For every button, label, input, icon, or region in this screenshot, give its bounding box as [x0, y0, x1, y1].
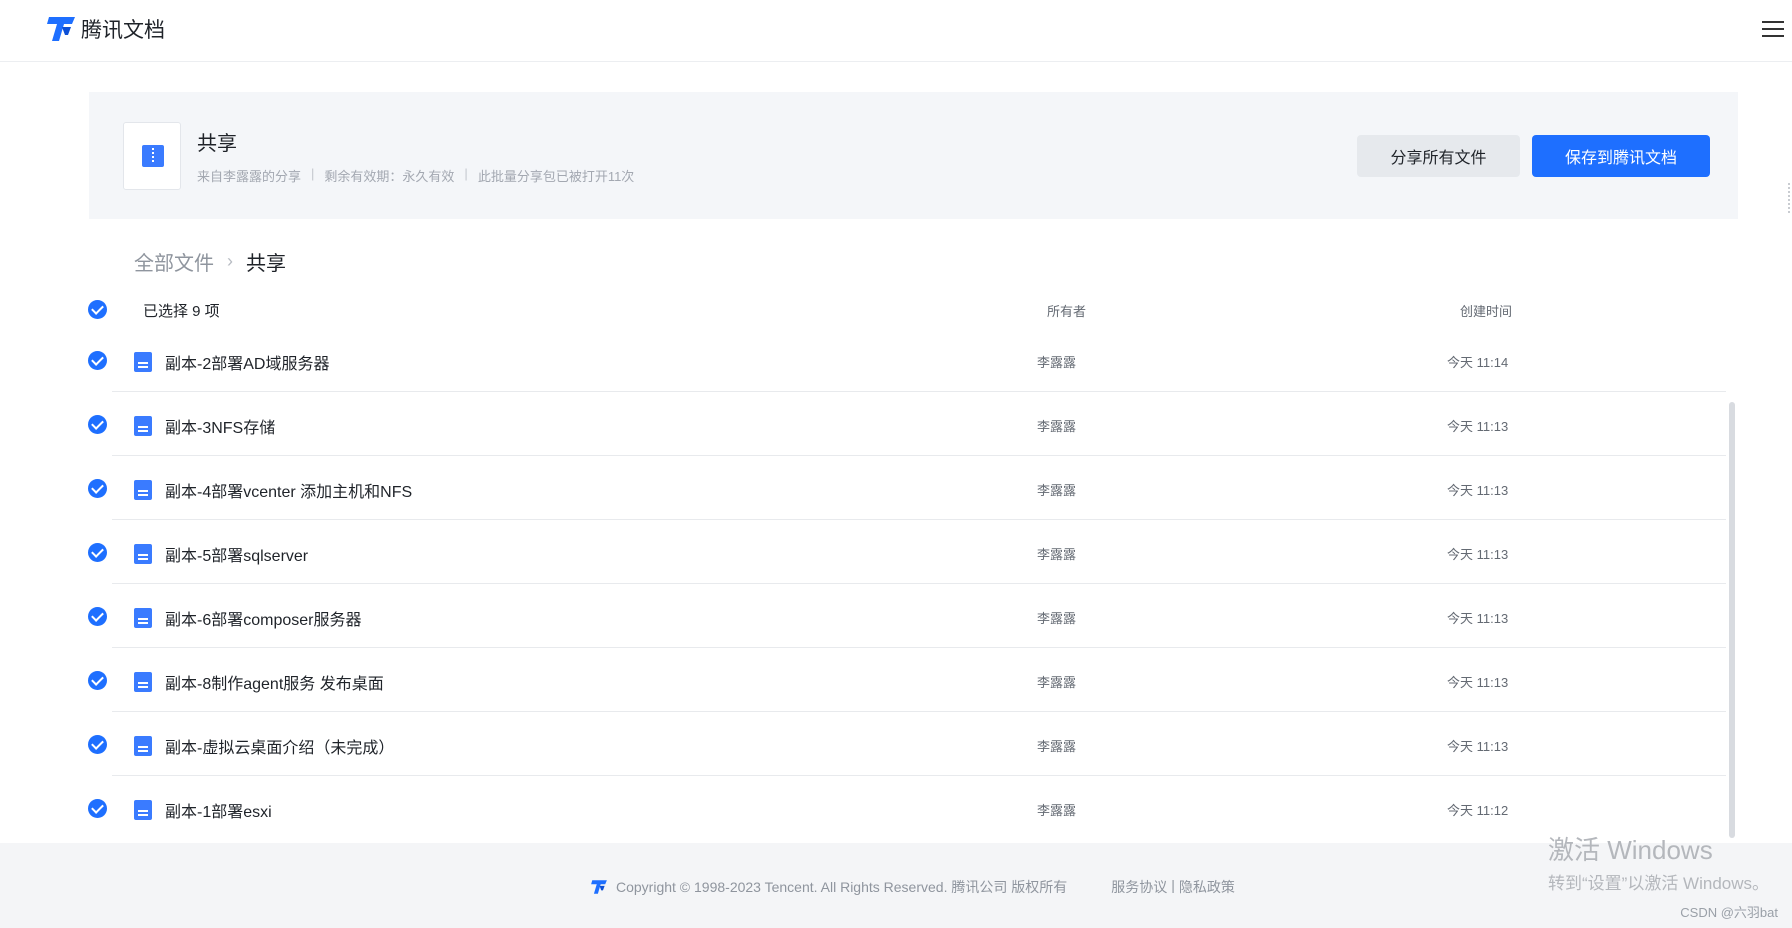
- app-logo[interactable]: 腾讯文档: [45, 14, 165, 44]
- file-row[interactable]: 副本-5部署sqlserver 李露露 今天 11:13: [0, 520, 1740, 584]
- activation-title: 激活 Windows: [1548, 835, 1713, 865]
- file-row[interactable]: 副本-6部署composer服务器 李露露 今天 11:13: [0, 584, 1740, 648]
- breadcrumb-current: 共享: [246, 253, 286, 275]
- privacy-link[interactable]: 隐私政策: [1179, 877, 1235, 897]
- file-created-time: 今天 11:13: [1447, 547, 1509, 562]
- hamburger-menu-icon[interactable]: [1762, 18, 1784, 40]
- file-name[interactable]: 副本-2部署AD域服务器: [165, 350, 329, 374]
- file-name[interactable]: 副本-5部署sqlserver: [165, 542, 308, 566]
- share-all-files-button[interactable]: 分享所有文件: [1357, 135, 1520, 177]
- share-header: 共享 来自李露露的分享 | 剩余有效期：永久有效 | 此批量分享包已被打开11次…: [89, 92, 1738, 219]
- document-icon: [134, 672, 152, 692]
- file-owner: 李露露: [1037, 355, 1077, 370]
- document-icon: [134, 480, 152, 500]
- document-icon: [134, 544, 152, 564]
- tencent-docs-logo-icon: [47, 17, 75, 41]
- share-meta: 来自李露露的分享 | 剩余有效期：永久有效 | 此批量分享包已被打开11次: [197, 166, 634, 185]
- file-created-time: 今天 11:13: [1447, 739, 1509, 754]
- document-icon: [134, 352, 152, 372]
- list-scrollbar[interactable]: [1729, 402, 1735, 838]
- file-owner: 李露露: [1037, 675, 1077, 690]
- csdn-watermark: CSDN @六羽bat: [1680, 905, 1778, 920]
- file-name[interactable]: 副本-虚拟云桌面介绍（未完成）: [165, 734, 394, 758]
- file-created-time: 今天 11:14: [1447, 355, 1509, 370]
- document-icon: [134, 608, 152, 628]
- save-to-tencent-docs-button[interactable]: 保存到腾讯文档: [1532, 135, 1710, 177]
- document-icon: [134, 416, 152, 436]
- file-created-time: 今天 11:13: [1447, 419, 1509, 434]
- file-owner: 李露露: [1037, 483, 1077, 498]
- document-icon: [134, 800, 152, 820]
- file-row[interactable]: 副本-2部署AD域服务器 李露露 今天 11:14: [0, 328, 1740, 392]
- app-logo-text: 腾讯文档: [81, 19, 165, 42]
- meta-separator: |: [311, 166, 315, 181]
- file-created-time: 今天 11:13: [1447, 483, 1509, 498]
- file-row[interactable]: 副本-虚拟云桌面介绍（未完成） 李露露 今天 11:13: [0, 712, 1740, 776]
- file-name[interactable]: 副本-1部署esxi: [165, 798, 272, 822]
- file-owner: 李露露: [1037, 611, 1077, 626]
- top-bar: 腾讯文档: [0, 0, 1792, 62]
- footer-content: Copyright © 1998-2023 Tencent. All Right…: [590, 877, 1235, 897]
- breadcrumb-chevron-icon: ›: [227, 251, 233, 271]
- select-all-check-icon[interactable]: [88, 300, 107, 319]
- footer-copyright: Copyright © 1998-2023 Tencent. All Right…: [616, 879, 1068, 895]
- file-name[interactable]: 副本-4部署vcenter 添加主机和NFS: [165, 478, 412, 502]
- share-from: 来自李露露的分享: [197, 169, 302, 184]
- footer-link-divider: |: [1171, 877, 1175, 893]
- tencent-docs-logo-icon: [591, 880, 607, 894]
- file-list: 副本-2部署AD域服务器 李露露 今天 11:14 副本-3NFS存储 李露露 …: [0, 328, 1740, 840]
- file-created-time: 今天 11:13: [1447, 611, 1509, 626]
- file-owner: 李露露: [1037, 547, 1077, 562]
- file-name[interactable]: 副本-8制作agent服务 发布桌面: [165, 670, 384, 694]
- row-check-icon[interactable]: [88, 479, 107, 498]
- file-row[interactable]: 副本-3NFS存储 李露露 今天 11:13: [0, 392, 1740, 456]
- windows-activation-watermark: 激活 Windows 转到“设置”以激活 Windows。: [1548, 830, 1769, 894]
- file-name[interactable]: 副本-3NFS存储: [165, 414, 275, 438]
- share-open-count: 此批量分享包已被打开11次: [477, 169, 635, 184]
- column-created-time[interactable]: 创建时间: [1460, 301, 1512, 320]
- file-row[interactable]: 副本-4部署vcenter 添加主机和NFS 李露露 今天 11:13: [0, 456, 1740, 520]
- breadcrumb-all-files[interactable]: 全部文件: [134, 247, 214, 276]
- file-owner: 李露露: [1037, 803, 1077, 818]
- file-row[interactable]: 副本-1部署esxi 李露露 今天 11:12: [0, 776, 1740, 840]
- row-check-icon[interactable]: [88, 543, 107, 562]
- file-created-time: 今天 11:12: [1447, 803, 1509, 818]
- file-owner: 李露露: [1037, 419, 1077, 434]
- column-owner[interactable]: 所有者: [1047, 301, 1086, 320]
- share-title: 共享: [197, 133, 237, 155]
- footer: Copyright © 1998-2023 Tencent. All Right…: [0, 843, 1792, 928]
- terms-link[interactable]: 服务协议: [1111, 877, 1167, 897]
- side-panel-handle[interactable]: [1788, 183, 1792, 213]
- file-row[interactable]: 副本-8制作agent服务 发布桌面 李露露 今天 11:13: [0, 648, 1740, 712]
- share-validity: 剩余有效期：永久有效: [324, 169, 455, 184]
- activation-subtitle: 转到“设置”以激活 Windows。: [1548, 874, 1770, 893]
- document-icon: [134, 736, 152, 756]
- row-check-icon[interactable]: [88, 671, 107, 690]
- file-owner: 李露露: [1037, 739, 1077, 754]
- file-name[interactable]: 副本-6部署composer服务器: [165, 606, 361, 630]
- share-package-thumbnail: [123, 122, 181, 190]
- row-check-icon[interactable]: [88, 799, 107, 818]
- row-check-icon[interactable]: [88, 351, 107, 370]
- row-check-icon[interactable]: [88, 607, 107, 626]
- breadcrumb: 全部文件 › 共享: [134, 247, 286, 276]
- row-check-icon[interactable]: [88, 735, 107, 754]
- row-check-icon[interactable]: [88, 415, 107, 434]
- zip-file-icon: [142, 145, 164, 167]
- list-header: 已选择 9 项 所有者 创建时间: [0, 294, 1740, 324]
- meta-separator: |: [464, 166, 468, 181]
- footer-links: 服务协议 | 隐私政策: [1111, 877, 1235, 897]
- file-created-time: 今天 11:13: [1447, 675, 1509, 690]
- selected-count: 已选择 9 项: [143, 303, 220, 320]
